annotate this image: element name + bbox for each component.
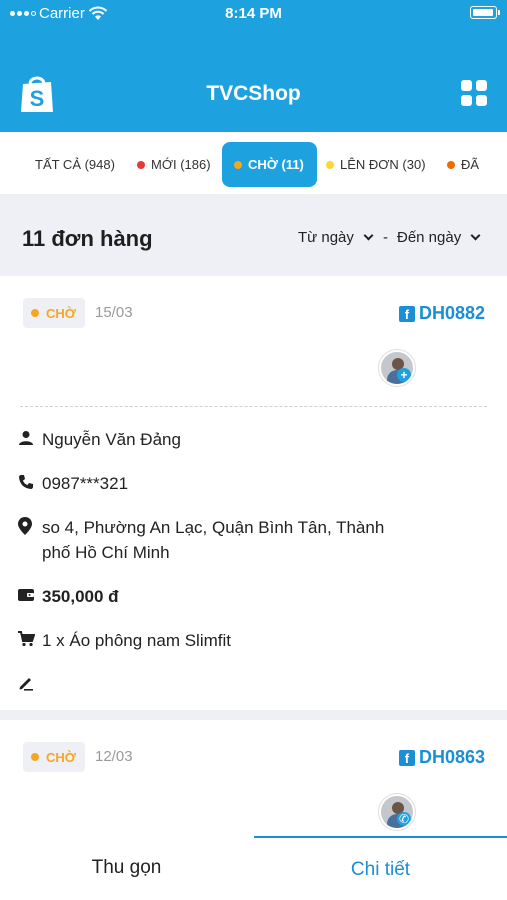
order-code-link[interactable]: f DH0882 — [398, 303, 485, 324]
customer-name: Nguyễn Văn Đảng — [42, 430, 181, 449]
address-row: so 4, Phường An Lạc, Quận Bình Tân, Thàn… — [18, 515, 418, 565]
tab-label: LÊN ĐƠN (30) — [340, 157, 426, 172]
status-tabs: TẤT CẢ (948) MỚI (186) CHỜ (11) LÊN ĐƠN … — [0, 132, 507, 194]
to-date-picker[interactable]: Đến ngày — [397, 229, 481, 246]
order-date: 12/03 — [95, 748, 133, 765]
avatar[interactable]: ✆ — [379, 794, 415, 830]
facebook-icon: f — [398, 305, 415, 322]
tab-label: MỚI (186) — [151, 157, 211, 172]
phone-icon — [18, 471, 42, 493]
order-items: 1 x Áo phông nam Slimfit — [42, 631, 231, 650]
battery-icon — [470, 6, 500, 19]
date-separator: - — [383, 229, 388, 246]
tab-label: TẤT CẢ (948) — [35, 157, 115, 172]
phone-number: 0987***321 — [42, 474, 129, 493]
order-code: DH0882 — [418, 303, 485, 323]
chevron-down-icon — [470, 230, 481, 241]
divider — [20, 406, 487, 407]
phone-row[interactable]: 0987***321 — [18, 471, 128, 496]
from-date-picker[interactable]: Từ ngày — [298, 229, 374, 246]
location-pin-icon — [18, 515, 42, 537]
pencil-icon — [18, 672, 42, 694]
status-bar: Carrier 8:14 PM — [0, 0, 507, 28]
order-code: DH0863 — [418, 747, 485, 767]
items-row: 1 x Áo phông nam Slimfit — [18, 628, 231, 653]
cart-icon — [18, 628, 42, 650]
orange-dot-icon — [234, 160, 242, 169]
app-title: TVCShop — [206, 82, 301, 105]
order-total: 350,000 đ — [42, 587, 119, 606]
app-header: Carrier 8:14 PM S TVCShop — [0, 0, 507, 132]
status-time: 8:14 PM — [225, 5, 282, 22]
status-dot-icon — [31, 309, 39, 317]
status-label: CHỜ — [46, 749, 76, 765]
address-text: so 4, Phường An Lạc, Quận Bình Tân, Thàn… — [42, 518, 385, 562]
status-badge: CHỜ — [23, 742, 85, 772]
order-code-link[interactable]: f DH0863 — [398, 747, 485, 768]
order-count: 11 đơn hàng — [22, 226, 153, 251]
chevron-down-icon — [363, 230, 374, 241]
order-card[interactable]: CHỜ 15/03 f DH0882 + Nguyễn Văn Đảng 098… — [0, 276, 507, 710]
wallet-icon — [18, 584, 42, 606]
detail-tab[interactable]: Chi tiết — [254, 836, 507, 900]
status-badge: CHỜ — [23, 298, 85, 328]
collapse-tab[interactable]: Thu gọn — [0, 836, 253, 900]
status-dot-icon — [31, 753, 39, 761]
avatar[interactable]: + — [379, 350, 415, 386]
note-row[interactable] — [18, 672, 42, 694]
tab-label: ĐÃ — [461, 157, 480, 172]
status-label: CHỜ — [46, 305, 76, 321]
user-icon — [18, 427, 42, 449]
order-summary-bar: 11 đơn hàng Từ ngày - Đến ngày — [0, 194, 507, 276]
total-row: 350,000 đ — [18, 584, 119, 609]
facebook-icon: f — [398, 749, 415, 766]
from-date-label: Từ ngày — [298, 229, 354, 246]
tab-waiting[interactable]: CHỜ (11) — [222, 142, 317, 187]
tab-label: CHỜ (11) — [248, 157, 304, 172]
order-date: 15/03 — [95, 304, 133, 321]
order-card[interactable]: CHỜ 12/03 f DH0863 ✆ — [0, 720, 507, 836]
add-icon: + — [397, 368, 411, 382]
tab-all[interactable]: TẤT CẢ (948) — [23, 142, 127, 187]
tab-created[interactable]: LÊN ĐƠN (30) — [314, 142, 438, 187]
phone-badge-icon: ✆ — [397, 812, 411, 826]
tab-done[interactable]: ĐÃ — [435, 142, 491, 187]
grid-menu-icon[interactable] — [461, 80, 487, 106]
card-separator — [0, 710, 507, 720]
tab-new[interactable]: MỚI (186) — [125, 142, 223, 187]
dark-orange-dot-icon — [447, 160, 455, 169]
customer-row: Nguyễn Văn Đảng — [18, 427, 181, 452]
red-dot-icon — [137, 160, 145, 169]
to-date-label: Đến ngày — [397, 229, 462, 246]
bottom-tab-bar: Thu gọn Chi tiết — [0, 836, 507, 900]
yellow-dot-icon — [326, 160, 334, 169]
